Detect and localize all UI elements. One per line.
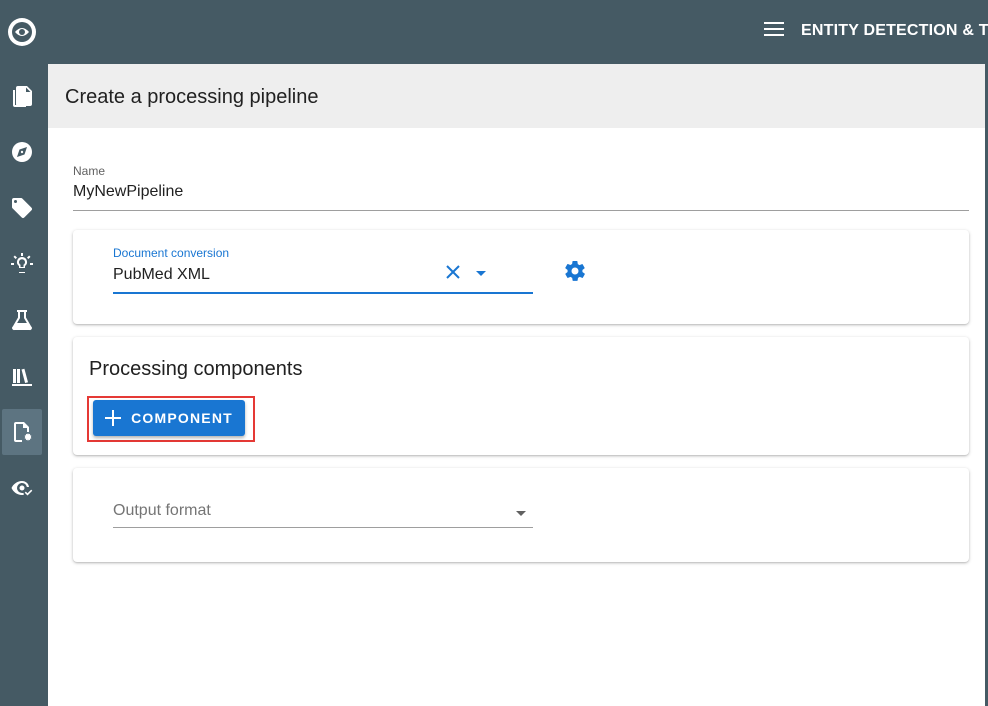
tag-icon — [12, 198, 32, 218]
sidebar-item-ideas[interactable] — [2, 241, 42, 287]
sidebar-item-pipelines[interactable] — [2, 409, 42, 455]
add-component-button[interactable]: COMPONENT — [93, 400, 245, 436]
processing-components-card: Processing components COMPONENT — [73, 337, 969, 455]
page-header: Create a processing pipeline — [48, 64, 985, 128]
top-app-bar: ENTITY DETECTION & TOKENIZATION — [48, 0, 988, 64]
add-component-label: COMPONENT — [131, 410, 233, 426]
eye-check-icon — [11, 480, 33, 496]
app-logo-icon[interactable] — [6, 16, 38, 48]
name-input[interactable]: MyNewPipeline — [73, 183, 969, 205]
sidebar-item-tags[interactable] — [2, 185, 42, 231]
document-icon — [13, 86, 32, 107]
flask-icon — [12, 310, 32, 331]
gear-icon[interactable] — [563, 259, 587, 283]
output-format-card: Output format — [73, 468, 969, 562]
document-conversion-card: Document conversion PubMed XML — [73, 230, 969, 324]
document-conversion-label: Document conversion — [113, 246, 230, 260]
output-format-select[interactable]: Output format — [113, 502, 533, 528]
name-underline — [73, 210, 969, 211]
app-title: ENTITY DETECTION & TOKENIZATION — [801, 22, 988, 39]
pipeline-name-field[interactable]: Name MyNewPipeline — [73, 164, 969, 211]
document-conversion-select[interactable]: Document conversion PubMed XML — [113, 246, 533, 294]
clear-icon[interactable] — [445, 264, 461, 280]
document-conversion-value[interactable]: PubMed XML — [113, 266, 533, 288]
sidebar-item-review[interactable] — [2, 465, 42, 511]
compass-icon — [12, 142, 32, 162]
chevron-down-icon[interactable] — [476, 271, 486, 276]
document-conversion-underline — [113, 292, 533, 294]
plus-icon — [105, 410, 122, 426]
name-label: Name — [73, 164, 106, 178]
sidebar-item-library[interactable] — [2, 353, 42, 399]
chevron-down-icon[interactable] — [516, 511, 526, 516]
sidebar-item-documents[interactable] — [2, 73, 42, 119]
output-format-placeholder[interactable]: Output format — [113, 502, 533, 524]
hamburger-menu-icon[interactable] — [764, 22, 786, 42]
output-format-underline — [113, 527, 533, 528]
processing-components-title: Processing components — [89, 358, 303, 380]
file-settings-icon — [14, 422, 32, 442]
sidebar — [0, 0, 48, 706]
library-icon — [12, 368, 32, 386]
sidebar-item-explore[interactable] — [2, 129, 42, 175]
sidebar-item-experiments[interactable] — [2, 297, 42, 343]
lightbulb-icon — [11, 253, 33, 273]
page-title: Create a processing pipeline — [65, 86, 319, 108]
